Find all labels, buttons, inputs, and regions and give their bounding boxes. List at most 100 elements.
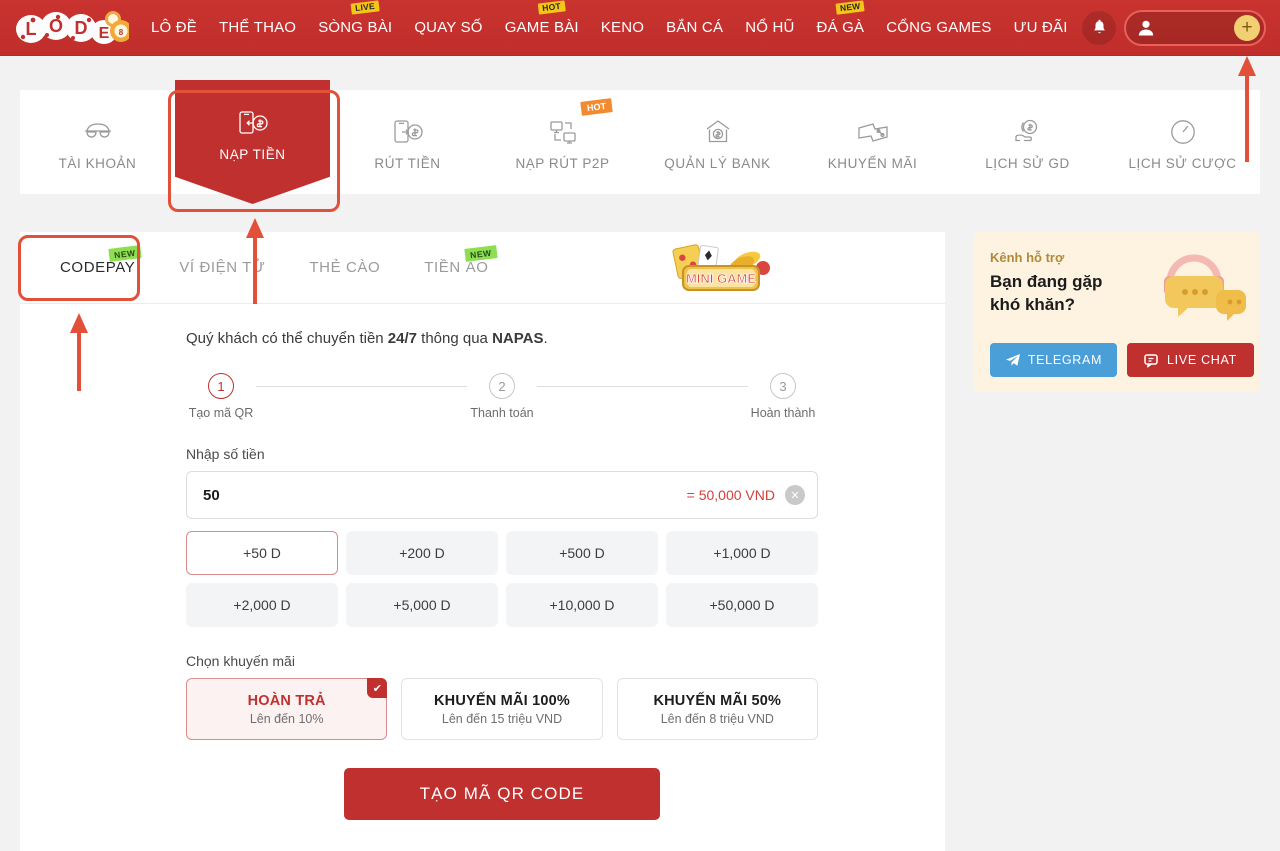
promo-khuyen-mai-50[interactable]: KHUYẾN MÃI 50% Lên đến 8 triệu VND xyxy=(616,678,818,740)
promo-hoan-tra[interactable]: ✔ HOÀN TRẢ Lên đến 10% xyxy=(186,678,388,740)
notification-button[interactable] xyxy=(1082,10,1116,45)
notice-suffix: . xyxy=(543,330,548,347)
nav-item-10[interactable]: ƯU ĐÃI xyxy=(1003,0,1079,56)
quick-amount-chip-200[interactable]: +200 D xyxy=(346,531,498,575)
quick-amount-chip-10000[interactable]: +10,000 D xyxy=(506,583,658,627)
telegram-label: TELEGRAM xyxy=(1027,353,1103,367)
minigame-label: MINI GAME xyxy=(686,271,756,286)
deposit-content-card: NEW CODEPAY VÍ ĐIỆN TỬ THẺ CÀO NEW TIỀN … xyxy=(20,232,945,851)
amount-input-wrapper[interactable]: 50 = 50,000 VND ✕ xyxy=(186,471,818,519)
subtab-tien-ao[interactable]: NEW TIỀN ẢO xyxy=(402,232,510,304)
tab-lich-su-gd[interactable]: LỊCH SỬ GD xyxy=(950,90,1105,194)
nav-right-cluster: + xyxy=(1082,9,1280,46)
nav-label: CỔNG GAMES xyxy=(886,19,992,36)
support-panel: Kênh hỗ trợ Bạn đang gặp khó khăn? TELEG… xyxy=(974,232,1260,392)
promo-title: KHUYẾN MÃI 100% xyxy=(434,692,570,709)
notice-napas: NAPAS xyxy=(492,330,544,347)
deposit-plus-button[interactable]: + xyxy=(1234,14,1260,41)
telegram-button[interactable]: TELEGRAM xyxy=(990,343,1117,377)
nav-label: ĐÁ GÀ xyxy=(816,19,865,36)
promo-subtitle: Lên đến 10% xyxy=(249,711,324,726)
tab-label: LỊCH SỬ GD xyxy=(985,155,1070,171)
create-qr-code-button[interactable]: TẠO MÃ QR CODE xyxy=(344,768,660,820)
nav-item-3[interactable]: QUAY SỐ xyxy=(403,0,493,56)
quick-amount-chip-500[interactable]: +500 D xyxy=(506,531,658,575)
tab-label: RÚT TIỀN xyxy=(374,155,441,171)
site-logo[interactable]: L O D E 8 xyxy=(0,0,140,56)
user-avatar-icon xyxy=(1138,20,1154,35)
svg-text:O: O xyxy=(49,16,63,36)
nav-label: GAME BÀI xyxy=(504,19,579,36)
live-chat-button[interactable]: LIVE CHAT xyxy=(1127,343,1254,377)
subtab-badge-new: NEW xyxy=(108,244,142,262)
phone-withdraw-icon xyxy=(391,114,425,150)
tab-nap-rut-p2p[interactable]: HOT NẠP RÚT P2P xyxy=(485,90,640,194)
nav-item-4[interactable]: HOT GAME BÀI xyxy=(494,0,590,56)
quick-amount-chip-2000[interactable]: +2,000 D xyxy=(186,583,338,627)
main-menu: LÔ ĐỀ THỂ THAO LIVE SÒNG BÀI QUAY SỐ HOT… xyxy=(140,0,1082,56)
nav-item-0[interactable]: LÔ ĐỀ xyxy=(140,0,208,56)
nav-item-1[interactable]: THỂ THAO xyxy=(208,0,307,56)
p2p-transfer-icon xyxy=(548,114,578,150)
nav-item-7[interactable]: NỔ HŨ xyxy=(734,0,805,56)
nav-badge-live: LIVE xyxy=(350,0,380,15)
tab-quan-ly-bank[interactable]: QUẢN LÝ BANK xyxy=(640,90,795,194)
step-number: 1 xyxy=(208,373,234,399)
nav-item-8[interactable]: NEW ĐÁ GÀ xyxy=(806,0,876,56)
nav-label: SÒNG BÀI xyxy=(318,19,393,36)
quick-amount-chip-1000[interactable]: +1,000 D xyxy=(666,531,818,575)
user-account-pill[interactable]: + xyxy=(1124,9,1266,46)
nav-item-5[interactable]: KENO xyxy=(590,0,655,56)
tab-khuyen-mai[interactable]: KHUYẾN MÃI xyxy=(795,90,950,194)
clear-x-icon[interactable]: ✕ xyxy=(785,485,805,505)
promo-khuyen-mai-100[interactable]: KHUYẾN MÃI 100% Lên đến 15 triệu VND xyxy=(401,678,603,740)
step-label: Thanh toán xyxy=(470,406,534,420)
promo-title: HOÀN TRẢ xyxy=(247,692,326,709)
minigame-logo-icon: MINI GAME xyxy=(672,244,770,291)
quick-amount-chip-50000[interactable]: +50,000 D xyxy=(666,583,818,627)
step-connector-1 xyxy=(256,386,467,387)
quick-amount-chip-50[interactable]: +50 D xyxy=(186,531,338,575)
tab-label: NẠP TIỀN xyxy=(219,146,286,162)
subtab-codepay[interactable]: NEW CODEPAY xyxy=(42,232,157,304)
subtab-vi-dien-tu[interactable]: VÍ ĐIỆN TỬ xyxy=(157,232,287,304)
ticket-percent-icon xyxy=(856,114,890,150)
nav-item-6[interactable]: BẮN CÁ xyxy=(655,0,734,56)
nav-badge-hot: HOT xyxy=(537,0,566,15)
account-function-tabs: TÀI KHOẢN NẠP TIỀN RÚT TIỀN HOT NẠP RÚT … xyxy=(20,80,1260,204)
phone-deposit-icon xyxy=(236,105,270,141)
minigame-banner[interactable]: MINI GAME xyxy=(665,240,777,298)
subtab-the-cao[interactable]: THẺ CÀO xyxy=(287,232,402,304)
step-number: 2 xyxy=(489,373,515,399)
tab-nap-tien[interactable]: NẠP TIỀN xyxy=(175,80,330,204)
promo-subtitle: Lên đến 8 triệu VND xyxy=(660,711,774,726)
tab-label: TÀI KHOẢN xyxy=(58,155,137,171)
subtab-label: THẺ CÀO xyxy=(309,258,381,276)
amount-input[interactable]: 50 xyxy=(203,487,687,504)
tab-lich-su-cuoc[interactable]: LỊCH SỬ CƯỢC xyxy=(1105,90,1260,194)
notice-prefix: Quý khách có thể chuyển tiền xyxy=(186,330,388,347)
support-title: Bạn đang gặp khó khăn? xyxy=(990,270,1165,316)
tab-rut-tien[interactable]: RÚT TIỀN xyxy=(330,90,485,194)
tab-tai-khoan[interactable]: TÀI KHOẢN xyxy=(20,90,175,194)
nav-item-9[interactable]: CỔNG GAMES xyxy=(875,0,1002,56)
top-navigation-bar: L O D E 8 LÔ ĐỀ THỂ THAO LIVE SÒNG BÀI Q… xyxy=(0,0,1280,56)
step-label: Hoàn thành xyxy=(750,406,816,420)
livechat-icon xyxy=(1144,353,1158,368)
nav-item-2[interactable]: LIVE SÒNG BÀI xyxy=(307,0,403,56)
quick-amount-chip-5000[interactable]: +5,000 D xyxy=(346,583,498,627)
nav-label: QUAY SỐ xyxy=(414,19,483,36)
subtab-label: CODEPAY xyxy=(60,258,136,276)
svg-text:8: 8 xyxy=(119,28,124,37)
submit-row: TẠO MÃ QR CODE xyxy=(186,768,818,820)
nav-label: NỔ HŨ xyxy=(745,19,795,36)
subtab-label: VÍ ĐIỆN TỬ xyxy=(179,258,266,276)
step-label: Tạo mã QR xyxy=(188,406,254,420)
nav-badge-new: NEW xyxy=(835,0,866,15)
tab-badge-hot: HOT xyxy=(580,98,613,116)
notice-mid: thông qua xyxy=(417,330,493,347)
step-2: 2 Thanh toán xyxy=(467,373,537,420)
svg-text:E: E xyxy=(99,25,110,42)
lode-logo-icon: L O D E 8 xyxy=(16,10,129,44)
deposit-stepper: 1 Tạo mã QR 2 Thanh toán 3 Hoàn thành xyxy=(186,373,818,420)
